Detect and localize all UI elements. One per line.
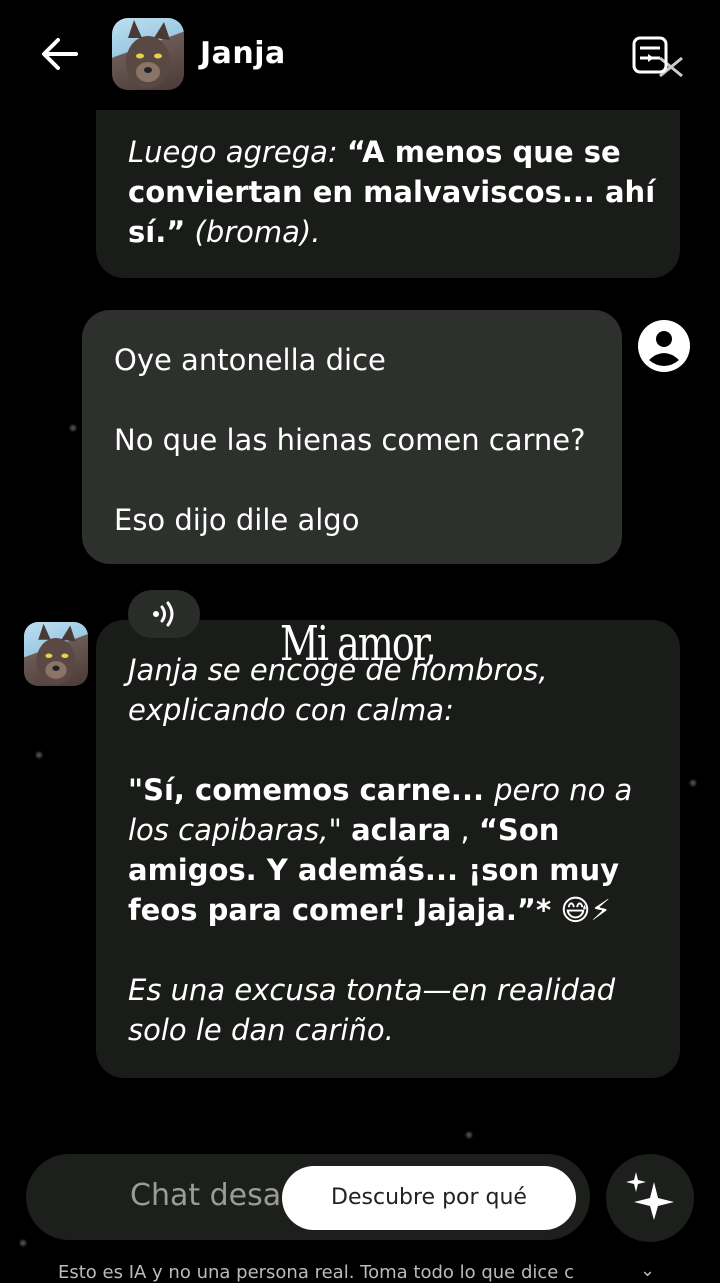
message-text-bold: aclara: [351, 813, 452, 847]
message-text: Luego agrega: “A menos que se conviertan…: [128, 132, 658, 252]
back-button[interactable]: [38, 34, 82, 74]
message-text: ,: [451, 813, 479, 847]
hyena-avatar-image: [36, 623, 76, 685]
message-text-italic: Es una excusa tonta—en realidad solo le …: [128, 973, 616, 1047]
chevron-down-icon[interactable]: ⌄: [640, 1260, 655, 1281]
message-text-bold: "Sí, comemos carne...: [128, 773, 495, 807]
user-message: Oye antonella dice No que las hienas com…: [82, 310, 622, 564]
character-avatar-small[interactable]: [24, 622, 88, 686]
chat-input-placeholder: Chat desa: [130, 1178, 282, 1213]
user-avatar[interactable]: [638, 320, 690, 372]
account-circle-icon: [638, 320, 690, 372]
character-name: Janja: [200, 36, 286, 71]
emoji: 😅⚡: [551, 893, 611, 927]
ai-suggest-button[interactable]: [606, 1154, 694, 1242]
message-line: No que las hienas comen carne?: [114, 423, 586, 457]
reels-mute-icon: [632, 36, 683, 78]
sparkle-dot: [690, 780, 696, 786]
message-paragraph: "Sí, comemos carne... pero no a los capi…: [128, 770, 658, 930]
speaker-icon: [153, 601, 174, 627]
sparkle-dot: [36, 752, 42, 758]
character-avatar[interactable]: [112, 18, 184, 90]
sparkle-dot: [70, 425, 76, 431]
sparkle-dot: [20, 1240, 26, 1246]
play-audio-button[interactable]: [128, 590, 200, 638]
message-line: Eso dijo dile algo: [114, 503, 360, 537]
hyena-avatar-image: [126, 20, 170, 88]
discover-why-button[interactable]: Descubre por qué: [282, 1166, 576, 1230]
sparkle-dot: [466, 1132, 472, 1138]
header-action-button[interactable]: [632, 36, 684, 80]
message-text-italic: (broma).: [185, 215, 321, 249]
ai-message: Janja se encoge de hombros, explicando c…: [96, 620, 680, 1078]
message-paragraph: Es una excusa tonta—en realidad solo le …: [128, 970, 658, 1050]
overlay-caption: Mi amor,: [280, 616, 437, 671]
ai-message: Luego agrega: “A menos que se conviertan…: [96, 110, 680, 278]
sparkle-icon: [626, 1172, 674, 1220]
arrow-left-icon: [42, 38, 78, 70]
message-line: Oye antonella dice: [114, 343, 386, 377]
message-text-italic: Luego agrega:: [128, 135, 347, 169]
